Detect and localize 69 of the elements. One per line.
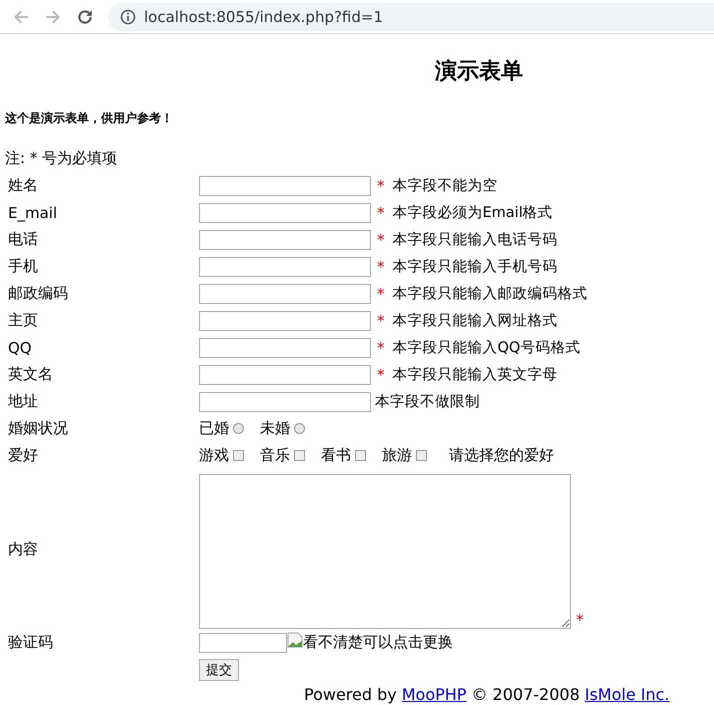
option-label: 已婚 bbox=[199, 419, 229, 438]
radio-button[interactable] bbox=[233, 423, 244, 434]
field-label: 内容 bbox=[8, 540, 38, 558]
required-mark: * bbox=[377, 204, 384, 222]
required-mark: * bbox=[377, 366, 384, 384]
page-title: 演示表单 bbox=[435, 58, 523, 86]
option-label: 游戏 bbox=[199, 446, 229, 465]
field-hint: 本字段只能输入电话号码 bbox=[392, 230, 558, 249]
radio-button[interactable] bbox=[294, 423, 305, 434]
field-label: E_mail bbox=[8, 204, 58, 222]
submit-button[interactable]: 提交 bbox=[199, 658, 239, 680]
field-hint: 本字段只能输入QQ号码格式 bbox=[392, 338, 580, 357]
captcha-input[interactable] bbox=[199, 632, 287, 652]
field-hint: 本字段只能输入手机号码 bbox=[392, 258, 558, 276]
field-hint: 本字段不能为空 bbox=[392, 176, 498, 195]
footer-link[interactable]: IsMole Inc. bbox=[584, 685, 670, 704]
footer-text: Powered by bbox=[304, 685, 397, 704]
required-mark: * bbox=[576, 611, 584, 629]
checkbox[interactable] bbox=[416, 450, 427, 461]
checkbox[interactable] bbox=[294, 450, 305, 461]
option-label: 未婚 bbox=[260, 419, 290, 438]
checkbox[interactable] bbox=[355, 450, 366, 461]
footer-link[interactable]: MooPHP bbox=[402, 685, 466, 704]
text-input[interactable] bbox=[199, 284, 371, 304]
text-input[interactable] bbox=[199, 310, 371, 330]
address-bar[interactable]: localhost:8055/index.php?fid=1 bbox=[108, 2, 714, 30]
field-label: 主页 bbox=[8, 311, 38, 330]
checkbox[interactable] bbox=[233, 450, 244, 461]
option-label: 音乐 bbox=[260, 446, 290, 465]
back-icon[interactable] bbox=[12, 8, 30, 26]
captcha-image-text[interactable]: 看不清楚可以点击更换 bbox=[303, 633, 453, 652]
field-label: 电话 bbox=[8, 230, 38, 249]
field-label: 姓名 bbox=[8, 176, 38, 195]
field-hint: 本字段必须为Email格式 bbox=[392, 204, 553, 222]
field-hint: 本字段只能输入邮政编码格式 bbox=[392, 284, 588, 303]
info-icon[interactable] bbox=[120, 8, 136, 24]
option-label: 看书 bbox=[321, 446, 351, 465]
field-label: 地址 bbox=[8, 392, 38, 411]
text-input[interactable] bbox=[199, 392, 371, 412]
required-mark: * bbox=[377, 284, 384, 302]
intro-text: 这个是演示表单，供用户参考！ bbox=[5, 110, 173, 127]
option-label: 旅游 bbox=[382, 446, 412, 465]
forward-icon[interactable] bbox=[44, 8, 62, 26]
text-input[interactable] bbox=[199, 176, 371, 196]
field-label: 验证码 bbox=[8, 633, 53, 652]
field-hint: 本字段不做限制 bbox=[375, 392, 480, 411]
reload-icon[interactable] bbox=[76, 8, 94, 26]
text-input[interactable] bbox=[199, 364, 371, 384]
field-label: 爱好 bbox=[8, 446, 38, 465]
required-mark: * bbox=[377, 338, 384, 356]
field-hint: 本字段只能输入网址格式 bbox=[392, 312, 558, 330]
required-mark: * bbox=[377, 176, 384, 194]
footer-text: © 2007-2008 bbox=[471, 685, 580, 704]
required-mark: * bbox=[377, 312, 384, 330]
text-input[interactable] bbox=[199, 202, 371, 222]
text-input[interactable] bbox=[199, 230, 371, 250]
field-label: 英文名 bbox=[8, 365, 53, 384]
field-label: 手机 bbox=[8, 257, 38, 276]
field-label: 婚姻状况 bbox=[8, 419, 68, 438]
broken-image-icon bbox=[287, 632, 303, 648]
required-mark: * bbox=[377, 258, 384, 276]
field-label: QQ bbox=[8, 338, 32, 356]
note-text: 注: * 号为必填项 bbox=[5, 149, 118, 168]
field-label: 邮政编码 bbox=[8, 284, 68, 303]
field-hint: 请选择您的爱好 bbox=[449, 446, 554, 465]
required-mark: * bbox=[377, 230, 384, 248]
text-input[interactable] bbox=[199, 256, 371, 276]
text-input[interactable] bbox=[199, 338, 371, 358]
field-hint: 本字段只能输入英文字母 bbox=[392, 366, 558, 384]
